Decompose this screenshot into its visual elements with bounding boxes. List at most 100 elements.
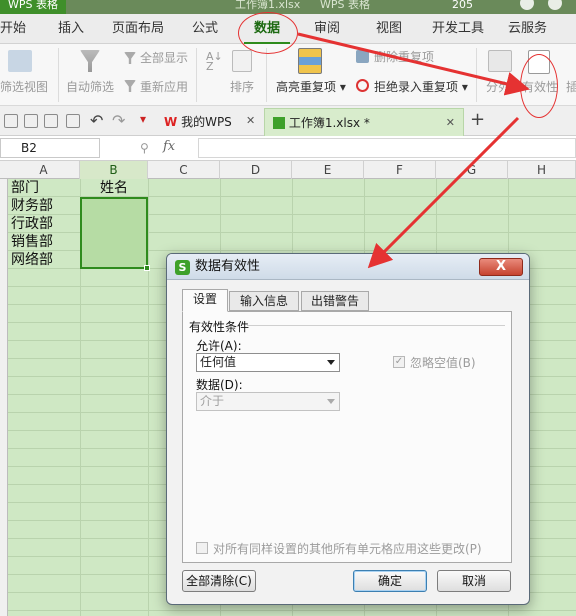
annotation-circle-data-tab bbox=[238, 12, 298, 54]
tab-workbook[interactable]: 工作簿1.xlsx * ✕ bbox=[264, 108, 464, 136]
skin-icon[interactable] bbox=[520, 0, 534, 10]
export-pdf-icon[interactable] bbox=[24, 114, 38, 128]
customize-toolbar-icon[interactable]: ▾ bbox=[140, 112, 146, 126]
cell-b1[interactable]: 姓名 bbox=[100, 179, 128, 197]
selected-range[interactable] bbox=[80, 197, 150, 271]
data-label: 数据(D): bbox=[196, 378, 243, 392]
cell-a5[interactable]: 网络部 bbox=[11, 251, 53, 269]
apply-to-all-label: 对所有同样设置的其他所有单元格应用这些更改(P) bbox=[213, 542, 482, 556]
dialog-title: 数据有效性 bbox=[195, 259, 261, 274]
ignore-blank-label: 忽略空值(B) bbox=[410, 356, 476, 370]
allow-select[interactable]: 任何值 bbox=[196, 353, 340, 372]
column-header-g[interactable]: G bbox=[436, 161, 508, 179]
close-workbook-tab-icon[interactable]: ✕ bbox=[446, 109, 455, 137]
tab-review[interactable]: 审阅 bbox=[314, 14, 340, 44]
reapply-icon bbox=[124, 80, 136, 92]
app-brand[interactable]: WPS 表格 bbox=[0, 0, 66, 14]
filter-view-icon bbox=[8, 50, 32, 72]
close-tab-icon[interactable]: ✕ bbox=[246, 114, 255, 127]
tab-my-wps[interactable]: W 我的WPS bbox=[164, 108, 232, 136]
undo-icon[interactable]: ↶ bbox=[90, 111, 103, 130]
ribbon-divider bbox=[196, 48, 197, 102]
column-header-e[interactable]: E bbox=[292, 161, 364, 179]
tab-error-alert[interactable]: 出错警告 bbox=[301, 291, 369, 311]
delete-duplicates-button[interactable]: 删除重复项 bbox=[374, 48, 434, 65]
annotation-circle-validity bbox=[520, 54, 558, 118]
dialog-title-bar[interactable]: S 数据有效性 X bbox=[167, 254, 529, 280]
cell-a2[interactable]: 财务部 bbox=[11, 197, 53, 215]
tab-formula[interactable]: 公式 bbox=[192, 14, 218, 44]
auto-filter-button[interactable]: 自动筛选 bbox=[66, 78, 114, 95]
reapply-button[interactable]: 重新应用 bbox=[140, 78, 188, 95]
cancel-button[interactable]: 取消 bbox=[437, 570, 511, 592]
data-select-value: 介于 bbox=[200, 394, 225, 408]
cell-a1[interactable]: 部门 bbox=[11, 179, 39, 197]
split-columns-icon bbox=[488, 50, 512, 72]
help-icon[interactable] bbox=[548, 0, 562, 10]
tab-home[interactable]: 开始 bbox=[0, 14, 26, 44]
fx-icon[interactable]: fx bbox=[163, 139, 175, 154]
tab-cloud[interactable]: 云服务 bbox=[508, 14, 547, 44]
window-app-title: WPS 表格 bbox=[320, 0, 370, 11]
tab-settings[interactable]: 设置 bbox=[182, 289, 228, 312]
tab-developer[interactable]: 开发工具 bbox=[432, 14, 484, 44]
user-badge[interactable]: 205 bbox=[452, 0, 473, 14]
column-header-d[interactable]: D bbox=[220, 161, 292, 179]
formula-input[interactable] bbox=[198, 138, 576, 158]
validation-criteria-heading: 有效性条件 bbox=[189, 320, 250, 334]
column-header-h[interactable]: H bbox=[508, 161, 576, 179]
fill-handle[interactable] bbox=[144, 265, 150, 271]
highlight-duplicates-icon bbox=[298, 48, 322, 74]
name-box[interactable]: B2 bbox=[0, 138, 100, 158]
funnel-icon bbox=[80, 50, 100, 72]
new-tab-button[interactable]: + bbox=[470, 109, 485, 130]
filter-view-button[interactable]: 筛选视图 bbox=[0, 78, 48, 95]
ok-button[interactable]: 确定 bbox=[353, 570, 427, 592]
group-divider bbox=[247, 325, 505, 326]
ribbon-divider bbox=[266, 48, 267, 102]
sheet-file-icon bbox=[273, 117, 285, 129]
split-columns-button[interactable]: 分列 bbox=[486, 78, 510, 95]
apply-to-all-checkbox[interactable] bbox=[196, 542, 208, 554]
ignore-blank-checkbox[interactable]: ✓ bbox=[393, 356, 405, 368]
column-header-row: A B C D E F G H bbox=[0, 161, 576, 179]
dialog-close-button[interactable]: X bbox=[479, 258, 523, 276]
settings-panel: 有效性条件 允许(A): 任何值 ✓ 忽略空值(B) 数据(D): 介于 对所有… bbox=[182, 311, 512, 563]
zoom-search-icon[interactable]: ⚲ bbox=[140, 141, 149, 155]
sort-asc-icon[interactable]: A↓ Z bbox=[206, 51, 223, 72]
tab-view[interactable]: 视图 bbox=[376, 14, 402, 44]
save-icon[interactable] bbox=[4, 114, 18, 128]
title-bar: WPS 表格 工作簿1.xlsx WPS 表格 205 bbox=[0, 0, 576, 14]
column-header-b[interactable]: B bbox=[80, 161, 148, 179]
print-icon[interactable] bbox=[44, 114, 58, 128]
tab-input-message[interactable]: 输入信息 bbox=[229, 291, 299, 311]
highlight-duplicates-button[interactable]: 高亮重复项 ▾ bbox=[276, 78, 346, 95]
print-preview-icon[interactable] bbox=[66, 114, 80, 128]
sort-icon bbox=[232, 50, 252, 72]
data-validation-dialog: S 数据有效性 X 设置 输入信息 出错警告 有效性条件 允许(A): 任何值 … bbox=[166, 253, 530, 605]
column-header-c[interactable]: C bbox=[148, 161, 220, 179]
cell-a4[interactable]: 销售部 bbox=[11, 233, 53, 251]
redo-icon[interactable]: ↷ bbox=[112, 111, 125, 130]
reject-duplicates-button[interactable]: 拒绝录入重复项 ▾ bbox=[374, 78, 468, 95]
cell-a3[interactable]: 行政部 bbox=[11, 215, 53, 233]
tab-page-layout[interactable]: 页面布局 bbox=[112, 14, 164, 44]
ribbon-more-button[interactable]: 插 bbox=[566, 78, 576, 95]
quick-access-toolbar: ↶ ↷ ▾ W 我的WPS ✕ 工作簿1.xlsx * ✕ + bbox=[0, 106, 576, 136]
row-header-column bbox=[0, 179, 8, 616]
ribbon: 筛选视图 自动筛选 全部显示 重新应用 A↓ Z 排序 高亮重复项 ▾ 删除重复项… bbox=[0, 44, 576, 106]
data-select[interactable]: 介于 bbox=[196, 392, 340, 411]
sort-button[interactable]: 排序 bbox=[230, 78, 254, 95]
column-header-a[interactable]: A bbox=[8, 161, 80, 179]
formula-bar: B2 ⚲ fx bbox=[0, 136, 576, 161]
allow-label: 允许(A): bbox=[196, 339, 242, 353]
wps-logo-icon: W bbox=[164, 115, 178, 129]
allow-select-value: 任何值 bbox=[200, 355, 237, 369]
chevron-down-icon bbox=[327, 399, 335, 404]
grid-column-line bbox=[148, 179, 149, 616]
column-header-f[interactable]: F bbox=[364, 161, 436, 179]
ribbon-divider bbox=[476, 48, 477, 102]
clear-all-button[interactable]: 全部清除(C) bbox=[182, 570, 256, 592]
show-all-button[interactable]: 全部显示 bbox=[140, 49, 188, 66]
tab-insert[interactable]: 插入 bbox=[58, 14, 84, 44]
